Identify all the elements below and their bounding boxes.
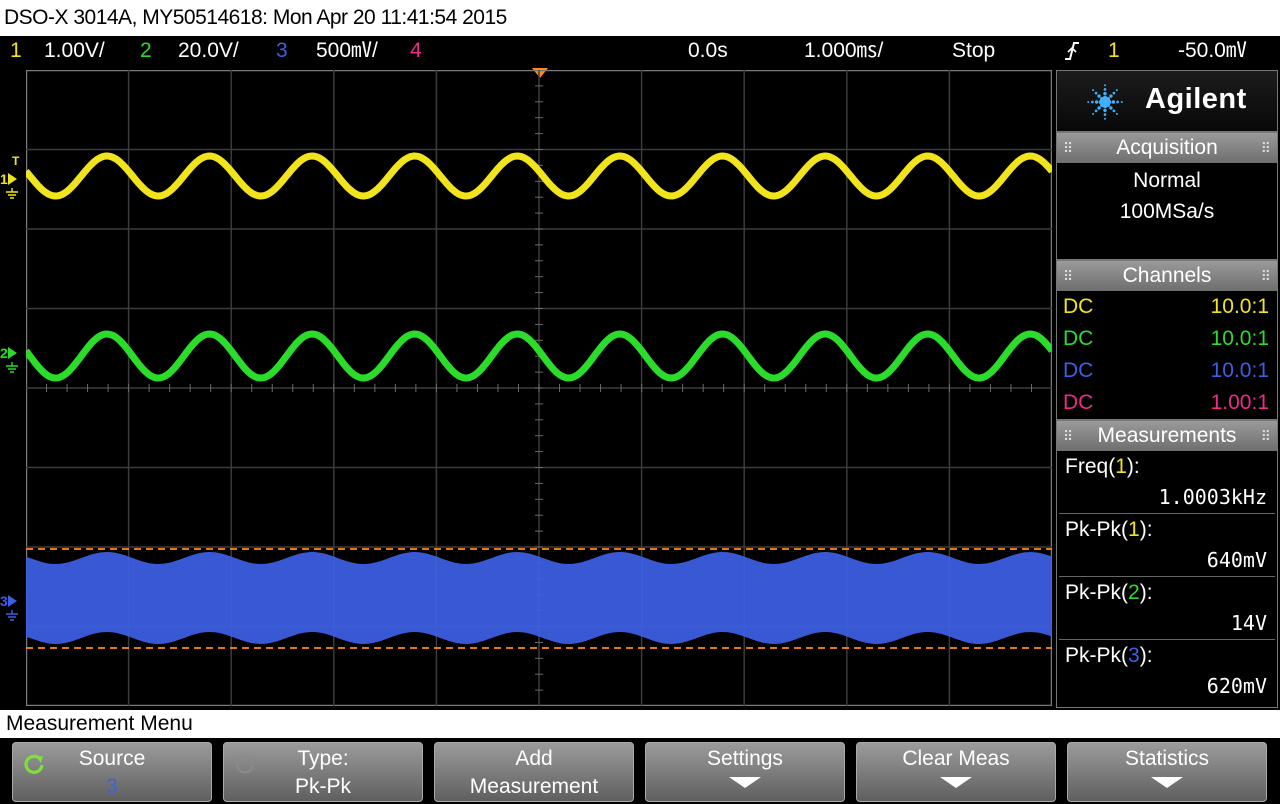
rising-edge-icon[interactable] [1064, 40, 1080, 71]
waveform-traces [26, 152, 1052, 649]
channels-header: ⠿ Channels ⠿ [1057, 261, 1277, 291]
ch1-waveform [26, 152, 1052, 200]
measurement-item-freq1: Freq(1): 1.0003kHz [1065, 455, 1267, 509]
measurement-item-pkpk1: Pk-Pk(1): 640mV [1065, 518, 1267, 572]
channel-row-1: DC 10.0:1 [1063, 295, 1269, 318]
acquisition-header: ⠿ Acquisition ⠿ [1057, 133, 1277, 163]
side-panel: Agilent ⠿ Acquisition ⠿ Normal 100MSa/s ⠿ C… [1056, 70, 1278, 708]
type-softkey[interactable]: Type: Pk-Pk [223, 742, 423, 802]
measurement-item-pkpk2: Pk-Pk(2): 14V [1065, 581, 1267, 635]
submenu-arrow-icon [1151, 777, 1183, 788]
menu-title: Measurement Menu [0, 710, 1280, 738]
statistics-softkey[interactable]: Statistics [1067, 742, 1267, 802]
waveform-display[interactable] [26, 70, 1052, 706]
ch4-number[interactable]: 4 [410, 36, 422, 66]
ch1-scale[interactable]: 1.00V/ [44, 36, 105, 66]
ch2-number[interactable]: 2 [140, 36, 152, 66]
ch2-scale[interactable]: 20.0V/ [178, 36, 239, 66]
submenu-arrow-icon [940, 777, 972, 788]
trigger-source[interactable]: 1 [1108, 36, 1120, 66]
window-title: DSO-X 3014A, MY50514618: Mon Apr 20 11:4… [0, 0, 1280, 36]
rotate-knob-icon-dim [235, 755, 255, 774]
acquisition-mode: Normal [1133, 169, 1201, 192]
ch3-waveform [26, 552, 1052, 644]
softkey-bar: Source 3 Type: Pk-Pk Add Measurement Set… [0, 738, 1280, 804]
status-bar: 1 1.00V/ 2 20.0V/ 3 500㎷/ 4 0.0s 1.000㎳/… [0, 36, 1280, 68]
ch3-scale[interactable]: 500㎷/ [316, 36, 378, 66]
brand-name: Agilent [1145, 83, 1247, 115]
ch2-waveform [26, 330, 1052, 382]
measurements-box[interactable]: ⠿ Measurements ⠿ Freq(1): 1.0003kHz Pk-Pk(… [1056, 420, 1278, 708]
add-measurement-softkey[interactable]: Add Measurement [434, 742, 634, 802]
run-state: Stop [952, 39, 996, 62]
measurement-item-pkpk3: Pk-Pk(3): 620mV [1065, 644, 1267, 698]
brand-logo-box: Agilent [1056, 70, 1278, 132]
source-softkey[interactable]: Source 3 [12, 742, 212, 802]
clear-meas-softkey[interactable]: Clear Meas [856, 742, 1056, 802]
ground-symbols [6, 188, 18, 621]
agilent-spark-icon [1087, 84, 1123, 120]
time-scale[interactable]: 1.000㎳/ [804, 36, 883, 66]
acquisition-box[interactable]: ⠿ Acquisition ⠿ Normal 100MSa/s [1056, 132, 1278, 260]
channel-row-2: DC 10.0:1 [1063, 327, 1269, 350]
channels-box[interactable]: ⠿ Channels ⠿ DC 10.0:1 DC 10.0:1 DC 10.0:1 DC… [1056, 260, 1278, 420]
rotate-knob-icon [24, 754, 44, 774]
ch3-number[interactable]: 3 [276, 36, 288, 66]
time-delay[interactable]: 0.0s [688, 36, 728, 66]
measurements-header: ⠿ Measurements ⠿ [1057, 421, 1277, 451]
submenu-arrow-icon [729, 777, 761, 788]
channel-row-4: DC 1.00:1 [1063, 391, 1269, 414]
settings-softkey[interactable]: Settings [645, 742, 845, 802]
channel-row-3: DC 10.0:1 [1063, 359, 1269, 382]
sample-rate: 100MSa/s [1119, 200, 1215, 223]
trigger-level[interactable]: -50.0㎷ [1178, 36, 1247, 66]
